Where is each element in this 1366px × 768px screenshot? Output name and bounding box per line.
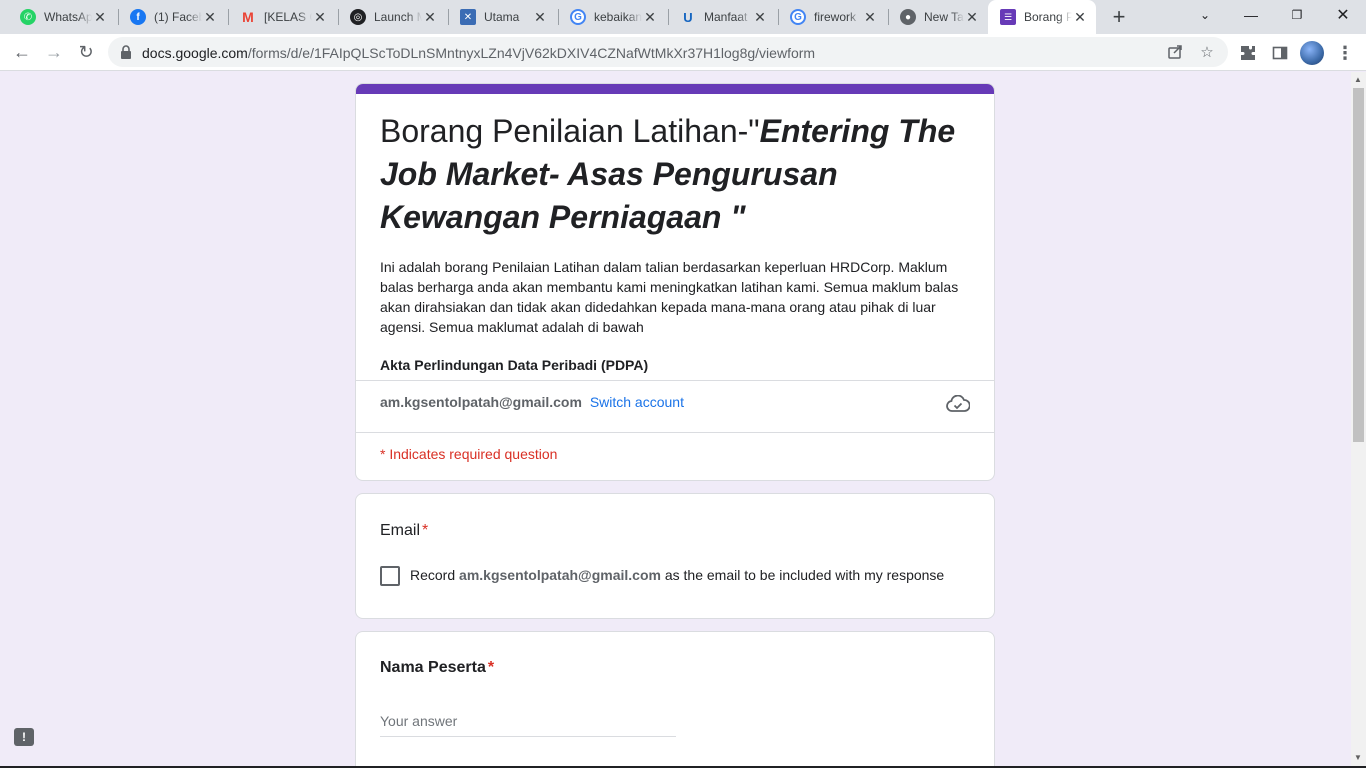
tab-title: kebaikan (594, 10, 642, 24)
nama-peserta-input[interactable]: Your answer (380, 713, 676, 737)
profile-avatar[interactable] (1300, 41, 1324, 65)
tab-utama[interactable]: ✕ Utama ✕ (448, 4, 556, 30)
form-header-card: Borang Penilaian Latihan-"Entering The J… (355, 83, 995, 481)
divider (356, 380, 994, 381)
form-description: Ini adalah borang Penilaian Latihan dala… (380, 259, 959, 335)
url-host: docs.google.com (142, 45, 248, 61)
utama-icon: ✕ (460, 9, 476, 25)
address-bar[interactable]: docs.google.com/forms/d/e/1FAIpQLScToDLn… (108, 37, 1228, 67)
tab-title: WhatsApp (44, 10, 92, 24)
forms-icon: ☰ (1000, 9, 1016, 25)
switch-account-link[interactable]: Switch account (590, 394, 684, 410)
account-row: am.kgsentolpatah@gmail.com Switch accoun… (380, 394, 684, 410)
close-icon[interactable]: ✕ (752, 9, 768, 25)
close-icon[interactable]: ✕ (202, 9, 218, 25)
tab-title: Manfaat (704, 10, 748, 24)
tab-borang-active[interactable]: ☰ Borang Penilaian ✕ (988, 0, 1096, 34)
tab-launch-meeting[interactable]: ◎ Launch Meeting ✕ (338, 4, 446, 30)
record-suffix: as the email to be included with my resp… (664, 567, 945, 583)
close-icon[interactable]: ✕ (422, 9, 438, 25)
tab-search-icon[interactable]: ⌄ (1182, 0, 1228, 30)
url-path: /forms/d/e/1FAIpQLScToDLnSMntnyxLZn4VjV6… (247, 45, 816, 61)
close-icon[interactable]: ✕ (964, 9, 980, 25)
tab-strip: ✆ WhatsApp ✕ f (1) Facebook ✕ M [KELAS C… (0, 0, 1366, 34)
tab-kebaikan[interactable]: G kebaikan ✕ (558, 4, 666, 30)
minimize-icon[interactable]: — (1228, 0, 1274, 30)
record-prefix: Record (410, 567, 456, 583)
question-title-email: Email * (380, 522, 428, 540)
record-email: am.kgsentolpatah@gmail.com (459, 567, 661, 583)
forward-icon[interactable]: → (40, 38, 68, 66)
scroll-down-arrow-icon[interactable]: ▼ (1354, 753, 1362, 762)
accent-band (356, 84, 994, 94)
record-email-label[interactable]: Record am.kgsentolpatah@gmail.com as the… (410, 567, 944, 583)
back-icon[interactable]: ← (8, 38, 36, 66)
tab-title: New Tab (924, 10, 964, 24)
tab-title: Borang Penilaian (1024, 10, 1072, 24)
close-icon[interactable]: ✕ (642, 9, 658, 25)
question-card-nama-peserta: Nama Peserta * Your answer (355, 631, 995, 766)
report-abuse-icon[interactable]: ! (14, 728, 34, 746)
menu-kebab-icon[interactable]: ⋮ (1334, 42, 1356, 64)
tab-title: Launch Meeting (374, 10, 422, 24)
tab-title: firework (814, 10, 857, 24)
new-tab-button[interactable]: + (1107, 4, 1131, 29)
manfaat-icon: U (683, 9, 693, 25)
tab-new-tab[interactable]: ● New Tab ✕ (888, 4, 988, 30)
side-panel-icon[interactable] (1269, 42, 1291, 64)
record-email-checkbox[interactable] (380, 566, 400, 586)
close-icon[interactable]: ✕ (92, 9, 108, 25)
reload-icon[interactable]: ↻ (72, 38, 100, 66)
tab-manfaat[interactable]: U Manfaat ✕ (668, 4, 776, 30)
divider (356, 432, 994, 433)
required-question-note: * Indicates required question (380, 446, 558, 462)
required-asterisk: * (487, 659, 495, 676)
page-viewport: Borang Penilaian Latihan-"Entering The J… (0, 72, 1351, 766)
extensions-icon[interactable] (1237, 42, 1259, 64)
form-description-pdpa: Akta Perlindungan Data Peribadi (PDPA) (380, 357, 649, 373)
close-icon[interactable]: ✕ (312, 9, 328, 25)
tab-title: (1) Facebook (154, 10, 202, 24)
close-icon[interactable]: ✕ (862, 9, 878, 25)
google-icon: G (790, 9, 806, 25)
scrollbar-thumb[interactable] (1353, 88, 1364, 442)
cloud-saved-icon (946, 394, 971, 418)
gmail-icon: M (242, 9, 254, 25)
chrome-icon: ● (900, 9, 916, 25)
form-title: Borang Penilaian Latihan-"Entering The J… (356, 94, 994, 239)
tab-gmail[interactable]: M [KELAS CHECKIN] ✕ (228, 4, 336, 30)
required-asterisk: * (422, 522, 429, 539)
close-icon[interactable]: ✕ (1072, 9, 1088, 25)
account-email: am.kgsentolpatah@gmail.com (380, 394, 582, 410)
restore-icon[interactable]: ❐ (1274, 0, 1320, 30)
whatsapp-icon: ✆ (20, 9, 36, 25)
tab-facebook[interactable]: f (1) Facebook ✕ (118, 4, 226, 30)
form-title-plain: Borang Penilaian Latihan-" (380, 113, 760, 149)
tab-firework[interactable]: G firework ✕ (778, 4, 886, 30)
url-text: docs.google.com/forms/d/e/1FAIpQLScToDLn… (142, 45, 815, 61)
close-icon[interactable]: ✕ (532, 9, 548, 25)
scroll-up-arrow-icon[interactable]: ▲ (1354, 75, 1362, 84)
window-close-icon[interactable]: ✕ (1320, 0, 1366, 30)
question-label: Email (380, 522, 421, 539)
tab-whatsapp[interactable]: ✆ WhatsApp ✕ (8, 4, 116, 30)
share-icon[interactable] (1166, 43, 1184, 61)
lock-icon[interactable] (120, 45, 132, 64)
tab-title: Utama (484, 10, 520, 24)
launch-icon: ◎ (350, 9, 366, 25)
question-label: Nama Peserta (380, 659, 486, 676)
google-icon: G (570, 9, 586, 25)
bookmark-star-icon[interactable]: ☆ (1198, 43, 1216, 61)
facebook-icon: f (130, 9, 146, 25)
question-card-email: Email * Record am.kgsentolpatah@gmail.com… (355, 493, 995, 619)
question-title-nama-peserta: Nama Peserta * (380, 659, 494, 677)
page-scrollbar[interactable]: ▲ ▼ (1351, 72, 1366, 766)
tab-title: [KELAS CHECKIN] (264, 10, 312, 24)
browser-toolbar: ← → ↻ docs.google.com/forms/d/e/1FAIpQLS… (0, 34, 1366, 71)
